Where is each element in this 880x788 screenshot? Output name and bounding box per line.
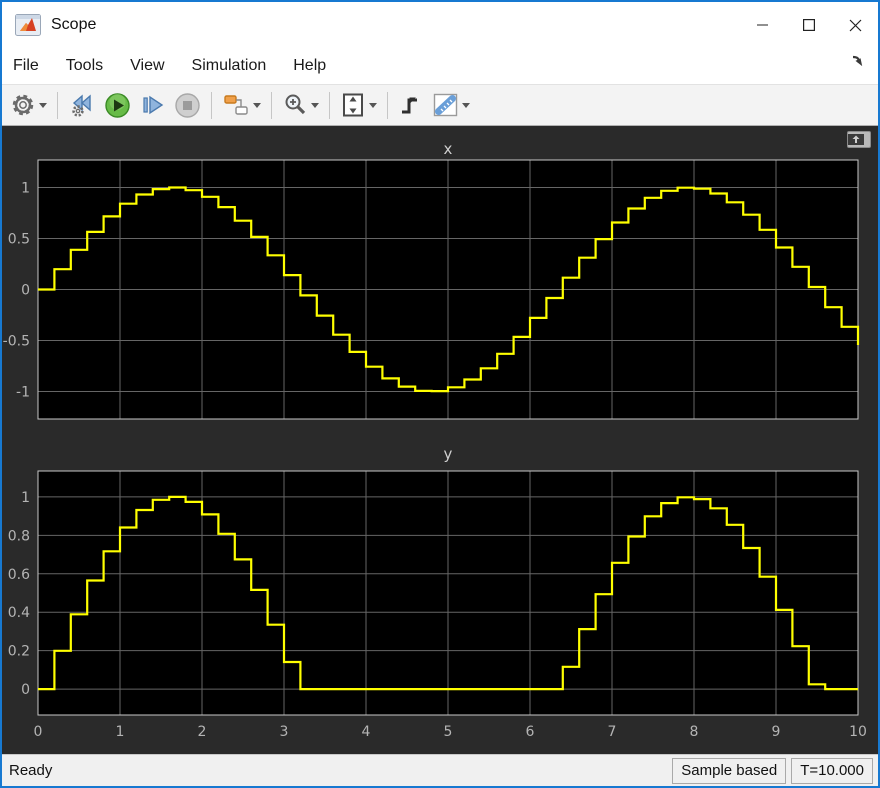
status-bar: Ready Sample based T=10.000 [2, 754, 878, 786]
configuration-properties-button[interactable] [6, 89, 51, 121]
svg-text:8: 8 [690, 724, 699, 740]
scope-canvas[interactable]: 1 0.5 0 -0.5 -1 x 1 0.8 0.6 0.4 0.2 0 0 1 2 3 4 5 6 7 8 9 10 y [2, 126, 878, 754]
toolbar-separator [387, 92, 388, 119]
status-text: Ready [2, 762, 672, 779]
svg-text:0.2: 0.2 [8, 644, 30, 660]
gear-dropdown-caret[interactable] [39, 103, 47, 108]
chart-x[interactable]: 1 0.5 0 -0.5 -1 x [2, 138, 880, 438]
trigger-button[interactable] [394, 89, 428, 121]
toolbar [2, 84, 878, 126]
svg-text:2: 2 [198, 724, 207, 740]
zoom-dropdown-caret[interactable] [311, 103, 319, 108]
svg-text:x: x [444, 140, 453, 158]
svg-text:0.4: 0.4 [8, 605, 30, 621]
svg-text:0.8: 0.8 [8, 528, 30, 544]
maximize-button[interactable] [786, 2, 832, 48]
maximize-icon [803, 19, 815, 31]
menu-file[interactable]: File [13, 57, 39, 75]
play-icon [104, 92, 131, 119]
menu-view[interactable]: View [130, 57, 164, 75]
dock-arrow-icon [850, 54, 866, 68]
svg-text:9: 9 [772, 724, 781, 740]
matlab-app-icon [15, 14, 41, 36]
close-button[interactable] [832, 2, 878, 48]
measurements-dropdown-caret[interactable] [462, 103, 470, 108]
close-icon [849, 19, 862, 32]
ruler-icon [432, 92, 459, 118]
dock-scope-button[interactable] [850, 54, 866, 73]
cursor-measurements-button[interactable] [428, 89, 474, 121]
svg-text:0.5: 0.5 [8, 232, 30, 248]
highlight-simulink-block-button[interactable] [218, 89, 265, 121]
minimize-icon [757, 19, 769, 31]
menu-simulation[interactable]: Simulation [192, 57, 267, 75]
svg-text:-1: -1 [16, 384, 30, 400]
svg-text:1: 1 [116, 724, 125, 740]
fit-dropdown-caret[interactable] [369, 103, 377, 108]
toolbar-separator [211, 92, 212, 119]
title-bar[interactable]: Scope [2, 2, 878, 48]
svg-text:0: 0 [21, 682, 30, 698]
fit-to-view-button[interactable] [336, 89, 381, 121]
svg-text:4: 4 [362, 724, 371, 740]
svg-text:6: 6 [526, 724, 535, 740]
step-forward-icon [139, 92, 166, 118]
svg-text:1: 1 [21, 490, 30, 506]
toolbar-separator [329, 92, 330, 119]
magnifier-plus-icon [282, 92, 308, 118]
window-title: Scope [51, 16, 96, 34]
scope-window: Scope File Tools View Simulation Help [0, 0, 880, 788]
menu-help[interactable]: Help [293, 57, 326, 75]
minimize-button[interactable] [740, 2, 786, 48]
svg-text:-0.5: -0.5 [3, 333, 30, 349]
svg-text:5: 5 [444, 724, 453, 740]
svg-text:1: 1 [21, 181, 30, 197]
simulation-time-indicator: T=10.000 [791, 758, 873, 784]
step-forward-button[interactable] [135, 89, 170, 121]
chart-y[interactable]: 1 0.8 0.6 0.4 0.2 0 0 1 2 3 4 5 6 7 8 9 10 y [2, 443, 880, 747]
step-back-button[interactable] [64, 89, 100, 121]
span-arrows-icon [340, 92, 366, 118]
svg-text:10: 10 [849, 724, 867, 740]
stop-icon [174, 92, 201, 119]
simulink-blocks-icon [222, 92, 250, 118]
toolbar-separator [57, 92, 58, 119]
toolbar-separator [271, 92, 272, 119]
menu-tools[interactable]: Tools [66, 57, 103, 75]
svg-text:y: y [444, 445, 453, 463]
svg-text:7: 7 [608, 724, 617, 740]
svg-text:0: 0 [21, 283, 30, 299]
svg-text:0.6: 0.6 [8, 567, 30, 583]
menu-bar: File Tools View Simulation Help [2, 48, 878, 84]
run-button[interactable] [100, 89, 135, 121]
stop-button[interactable] [170, 89, 205, 121]
highlight-dropdown-caret[interactable] [253, 103, 261, 108]
zoom-in-button[interactable] [278, 89, 323, 121]
svg-text:3: 3 [280, 724, 289, 740]
sample-mode-indicator: Sample based [672, 758, 786, 784]
gear-icon [10, 92, 36, 118]
trigger-step-icon [398, 92, 424, 118]
svg-text:0: 0 [34, 724, 43, 740]
step-back-icon [68, 92, 96, 118]
